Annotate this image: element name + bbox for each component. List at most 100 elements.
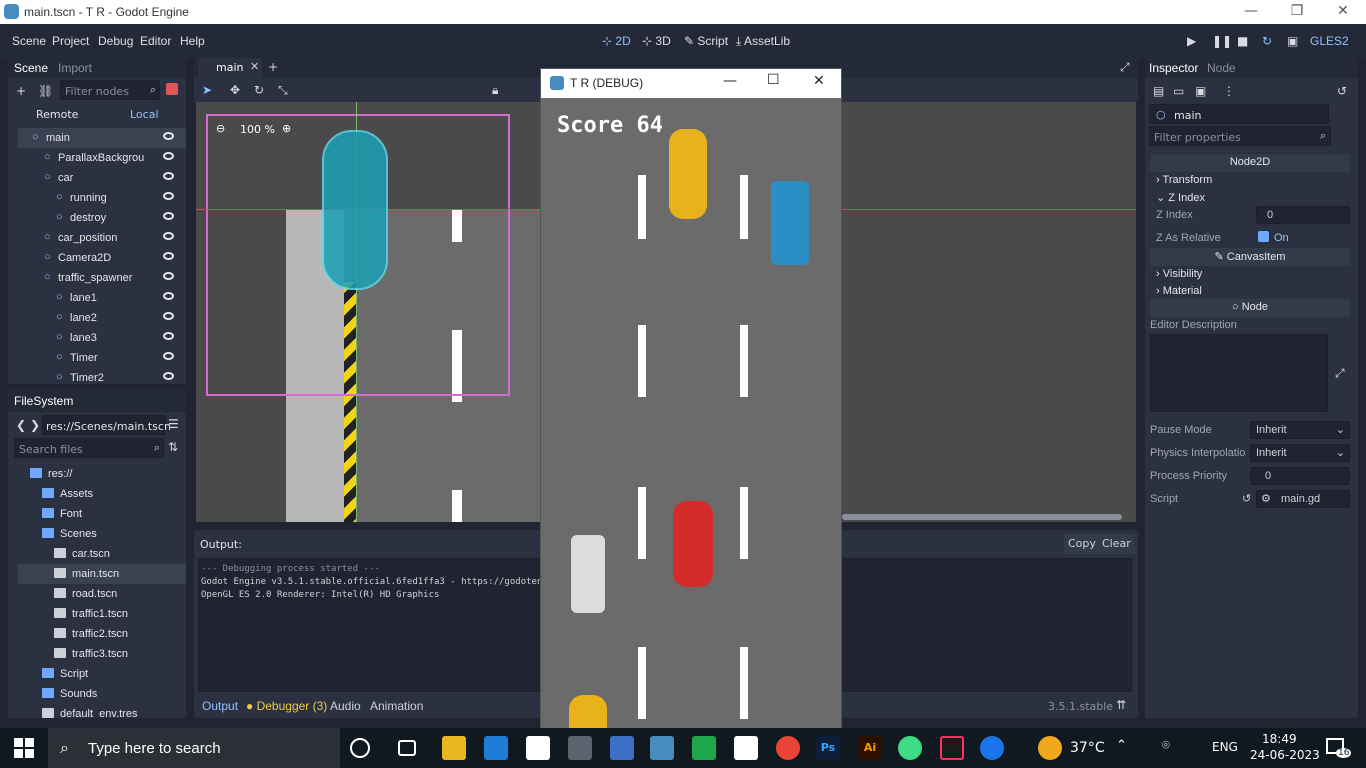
tray-chevron-icon[interactable]: ⌃ [1116,738,1127,753]
rotate-tool-icon[interactable]: ↻ [254,83,264,97]
tab-debugger[interactable]: ● Debugger (3) [246,699,327,713]
select-tool-icon[interactable]: ➤ [202,83,212,97]
workspace-3d[interactable]: ⊹ 3D [642,34,671,48]
scene-node[interactable]: ○ lane3 [18,328,186,348]
sort-icon[interactable]: ⇅ [168,440,178,454]
close-button[interactable]: ✕ [1320,0,1366,24]
file-item[interactable]: Script [18,664,186,684]
visibility-eye-icon[interactable] [163,292,174,300]
forward-icon[interactable]: ❯ [30,418,40,432]
file-item[interactable]: traffic3.tscn [18,644,186,664]
remote-button[interactable]: Remote [36,108,78,121]
menu-editor[interactable]: Editor [140,34,171,48]
player-car-sprite[interactable] [322,130,388,290]
visibility-eye-icon[interactable] [163,352,174,360]
movie-icon[interactable]: ▣ [1287,34,1298,48]
zoom-out-icon[interactable]: ⊖ [216,122,225,135]
zoom-label[interactable]: 100 % [240,123,275,136]
file-item[interactable]: traffic2.tscn [18,624,186,644]
visibility-eye-icon[interactable] [163,212,174,220]
reset-icon[interactable]: ↺ [1242,492,1251,505]
scene-node[interactable]: ○ lane1 [18,288,186,308]
priority-spinbox[interactable]: 0 [1250,467,1350,485]
script-icon[interactable] [166,83,178,95]
menu-project[interactable]: Project [52,34,89,48]
tab-node[interactable]: Node [1207,61,1236,75]
chrome-icon[interactable] [776,736,800,760]
filter-nodes-input[interactable]: Filter nodes ⌕ [60,80,160,100]
clock-time[interactable]: 18:49 [1262,732,1297,746]
filter-properties-input[interactable]: Filter properties ⌕ [1149,126,1331,146]
workspace-assetlib[interactable]: ⤓ AssetLib [736,34,790,49]
add-tab-icon[interactable]: + [268,60,278,74]
file-item[interactable]: main.tscn [18,564,186,584]
file-item[interactable]: Assets [18,484,186,504]
add-node-icon[interactable]: + [16,84,26,98]
illustrator-icon[interactable]: Ai [858,736,882,760]
menu-debug[interactable]: Debug [98,34,133,48]
scene-node[interactable]: ○ Camera2D [18,248,186,268]
scene-node[interactable]: ○ ParallaxBackgrou [18,148,186,168]
open-icon[interactable]: ▭ [1173,84,1184,98]
menu-help[interactable]: Help [180,34,205,48]
history-icon[interactable]: ↺ [1337,84,1347,98]
path-field[interactable]: res://Scenes/main.tscn [42,415,171,435]
visibility-eye-icon[interactable] [163,152,174,160]
file-item[interactable]: default_env.tres [18,704,186,718]
fullscreen-icon[interactable]: ⤢ [1120,60,1130,75]
editor-description-field[interactable] [1150,334,1328,412]
photoshop-icon[interactable]: Ps [816,736,840,760]
script-resource[interactable]: ⚙ main.gd [1256,490,1350,508]
clock-date[interactable]: 24-06-2023 [1250,748,1320,762]
minimize-button[interactable]: — [723,73,737,89]
file-item[interactable]: Sounds [18,684,186,704]
visibility-eye-icon[interactable] [163,312,174,320]
new-resource-icon[interactable]: ▤ [1153,84,1164,98]
menu-scene[interactable]: Scene [12,34,46,48]
minimize-button[interactable]: — [1228,0,1274,24]
visibility-eye-icon[interactable] [163,172,174,180]
move-tool-icon[interactable]: ✥ [230,83,240,97]
lock-icon[interactable]: 🔒︎ [492,83,498,98]
tab-main[interactable]: main ✕ [198,58,262,78]
visibility-eye-icon[interactable] [163,332,174,340]
file-explorer-icon[interactable] [442,736,466,760]
tab-import[interactable]: Import [58,61,92,75]
scene-node[interactable]: ○ car_position [18,228,186,248]
file-item[interactable]: road.tscn [18,584,186,604]
visibility-eye-icon[interactable] [163,372,174,380]
network-icon[interactable]: ⌾ [1162,738,1170,753]
expand-panel-icon[interactable]: ⇈ [1116,698,1126,712]
search-files-input[interactable]: Search files ⌕ [14,438,164,458]
h-scrollbar[interactable] [842,514,1122,520]
scene-node[interactable]: ○ Timer2 [18,368,186,384]
tab-output[interactable]: Output [202,699,238,713]
task-view-icon[interactable] [398,740,416,756]
file-item[interactable]: car.tscn [18,544,186,564]
expand-icon[interactable]: ⤢ [1335,366,1345,381]
visibility-eye-icon[interactable] [163,232,174,240]
pause-mode-select[interactable]: Inherit ⌄ [1250,421,1350,439]
visibility-eye-icon[interactable] [163,192,174,200]
scene-node[interactable]: ○ car [18,168,186,188]
browser-icon[interactable] [980,736,1004,760]
object-selector[interactable]: ○ main [1149,104,1329,124]
file-item[interactable]: traffic1.tscn [18,604,186,624]
maximize-button[interactable]: ☐ [767,72,780,88]
start-button[interactable] [14,738,34,758]
workspace-2d[interactable]: ⊹ 2D [602,34,631,48]
reload-icon[interactable]: ↻ [1262,34,1272,48]
android-studio-icon[interactable] [898,736,922,760]
grid-app-icon[interactable] [692,736,716,760]
copy-button[interactable]: Copy [1064,534,1100,554]
taskbar-search[interactable]: ⌕ Type here to search [48,728,340,768]
app-icon[interactable] [610,736,634,760]
save-icon[interactable]: ▣ [1195,84,1206,98]
link-icon[interactable]: ⛓ [38,84,53,98]
godot-icon[interactable] [650,736,674,760]
scene-node[interactable]: ○ destroy [18,208,186,228]
play-icon[interactable]: ▶ [1187,34,1196,48]
visibility-eye-icon[interactable] [163,132,174,140]
layout-icon[interactable]: ☰ [168,417,179,431]
tab-animation[interactable]: Animation [370,699,423,713]
